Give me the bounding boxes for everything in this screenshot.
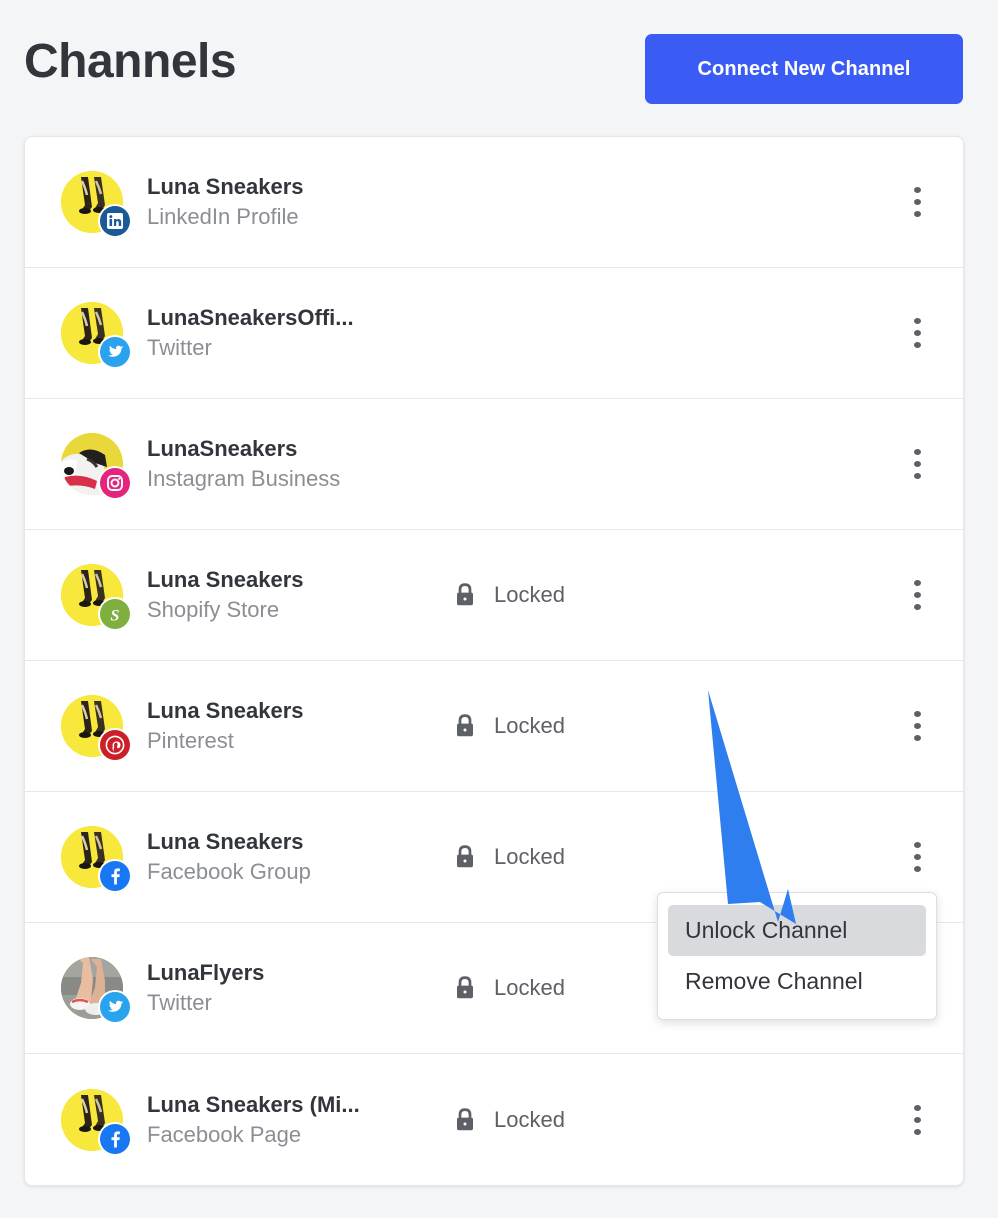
platform-badge-facebook-icon bbox=[100, 1123, 130, 1154]
channel-menu-button[interactable] bbox=[902, 446, 932, 482]
locked-status: Locked bbox=[453, 581, 673, 609]
kebab-dot bbox=[913, 1128, 921, 1135]
channel-menu-button[interactable] bbox=[902, 315, 932, 351]
channel-name: LunaSneakersOffi... bbox=[147, 305, 354, 331]
kebab-dot bbox=[913, 318, 921, 324]
kebab-dot bbox=[913, 723, 921, 729]
channel-row[interactable]: Luna Sneakers LinkedIn Profile bbox=[25, 137, 963, 268]
kebab-dot bbox=[913, 473, 921, 479]
lock-icon bbox=[457, 1107, 473, 1130]
lock-icon bbox=[457, 583, 473, 606]
page-title: Channels bbox=[24, 35, 237, 88]
kebab-dot bbox=[913, 854, 921, 860]
channel-name: LunaSneakers bbox=[147, 436, 298, 462]
kebab-dot bbox=[913, 842, 921, 848]
channel-info: Luna Sneakers Shopify Store bbox=[147, 565, 447, 624]
locked-label: Locked bbox=[494, 713, 565, 738]
connect-new-channel-button[interactable]: Connect New Channel bbox=[645, 34, 963, 104]
channel-type: Facebook Page bbox=[147, 1121, 302, 1147]
locked-status: Locked bbox=[453, 712, 673, 740]
channel-info: Luna Sneakers (Mi... Facebook Page bbox=[147, 1090, 447, 1149]
platform-badge-facebook-icon bbox=[100, 861, 130, 891]
kebab-dot bbox=[913, 580, 921, 586]
platform-badge-pinterest-icon bbox=[100, 730, 130, 760]
platform-badge-shopify-icon: S bbox=[100, 599, 130, 629]
locked-status: Locked bbox=[453, 974, 673, 1002]
kebab-dot bbox=[913, 187, 921, 193]
channel-info: Luna Sneakers LinkedIn Profile bbox=[147, 172, 447, 231]
channel-name: Luna Sneakers bbox=[147, 829, 304, 855]
avatar bbox=[61, 171, 130, 236]
channel-row[interactable]: Luna Sneakers (Mi... Facebook Page Locked bbox=[25, 1054, 963, 1185]
kebab-dot bbox=[913, 866, 921, 872]
avatar: S bbox=[61, 564, 130, 629]
locked-status: Locked bbox=[453, 1106, 673, 1134]
locked-status: Locked bbox=[453, 843, 673, 871]
kebab-dot bbox=[913, 449, 921, 455]
channel-name: Luna Sneakers (Mi... bbox=[147, 1091, 360, 1117]
channel-info: LunaSneakers Instagram Business bbox=[147, 434, 447, 493]
locked-label: Locked bbox=[494, 975, 565, 1000]
channel-menu-button[interactable] bbox=[902, 577, 932, 613]
channel-info: LunaSneakersOffi... Twitter bbox=[147, 303, 447, 362]
kebab-dot bbox=[913, 592, 921, 598]
channel-type: Facebook Group bbox=[147, 859, 311, 884]
lock-icon bbox=[457, 714, 473, 737]
platform-badge-twitter-icon bbox=[100, 992, 130, 1022]
avatar bbox=[61, 826, 130, 891]
kebab-dot bbox=[913, 342, 921, 348]
channel-info: Luna Sneakers Pinterest bbox=[147, 696, 447, 755]
avatar bbox=[61, 1088, 130, 1154]
channel-info: Luna Sneakers Facebook Group bbox=[147, 827, 447, 886]
channel-menu-button[interactable] bbox=[902, 184, 932, 220]
channel-row[interactable]: LunaSneakers Instagram Business bbox=[25, 399, 963, 530]
page-header: Channels Connect New Channel bbox=[0, 0, 998, 136]
kebab-dot bbox=[913, 735, 921, 741]
channel-type: LinkedIn Profile bbox=[147, 204, 299, 229]
channel-name: Luna Sneakers bbox=[147, 698, 304, 724]
channel-info: LunaFlyers Twitter bbox=[147, 958, 447, 1017]
channel-menu-button[interactable] bbox=[902, 1102, 932, 1138]
kebab-dot bbox=[913, 1104, 921, 1111]
channel-name: LunaFlyers bbox=[147, 960, 265, 986]
channel-menu-button[interactable] bbox=[902, 708, 932, 744]
channel-context-menu: Unlock Channel Remove Channel bbox=[657, 892, 937, 1020]
channel-row[interactable]: S Luna Sneakers Shopify Store Locked bbox=[25, 530, 963, 661]
avatar bbox=[61, 302, 130, 367]
kebab-dot bbox=[913, 1116, 921, 1123]
platform-badge-linkedin-icon bbox=[100, 206, 130, 236]
channel-name: Luna Sneakers bbox=[147, 174, 304, 200]
lock-icon bbox=[457, 845, 473, 868]
platform-badge-instagram-icon bbox=[100, 468, 130, 498]
channel-name: Luna Sneakers bbox=[147, 567, 304, 593]
menu-item-unlock-channel[interactable]: Unlock Channel bbox=[668, 905, 926, 956]
channel-type: Shopify Store bbox=[147, 597, 280, 622]
channel-menu-button[interactable] bbox=[902, 839, 932, 875]
channel-type: Instagram Business bbox=[147, 466, 341, 491]
locked-label: Locked bbox=[494, 1106, 565, 1132]
kebab-dot bbox=[913, 199, 921, 205]
channel-type: Twitter bbox=[147, 990, 212, 1015]
kebab-dot bbox=[913, 711, 921, 717]
channel-row[interactable]: LunaSneakersOffi... Twitter bbox=[25, 268, 963, 399]
platform-badge-twitter-icon bbox=[100, 337, 130, 367]
svg-text:S: S bbox=[111, 608, 120, 625]
channel-type: Twitter bbox=[147, 335, 212, 360]
channels-list-card: Luna Sneakers LinkedIn Profile LunaSneaker… bbox=[24, 136, 964, 1186]
kebab-dot bbox=[913, 211, 921, 217]
avatar bbox=[61, 695, 130, 760]
kebab-dot bbox=[913, 330, 921, 336]
menu-item-remove-channel[interactable]: Remove Channel bbox=[668, 956, 926, 1007]
kebab-dot bbox=[913, 604, 921, 610]
avatar bbox=[61, 957, 130, 1022]
locked-label: Locked bbox=[494, 582, 565, 607]
channel-type: Pinterest bbox=[147, 728, 234, 753]
channel-row[interactable]: Luna Sneakers Pinterest Locked bbox=[25, 661, 963, 792]
locked-label: Locked bbox=[494, 844, 565, 869]
lock-icon bbox=[457, 976, 473, 999]
avatar bbox=[61, 433, 130, 498]
kebab-dot bbox=[913, 461, 921, 467]
